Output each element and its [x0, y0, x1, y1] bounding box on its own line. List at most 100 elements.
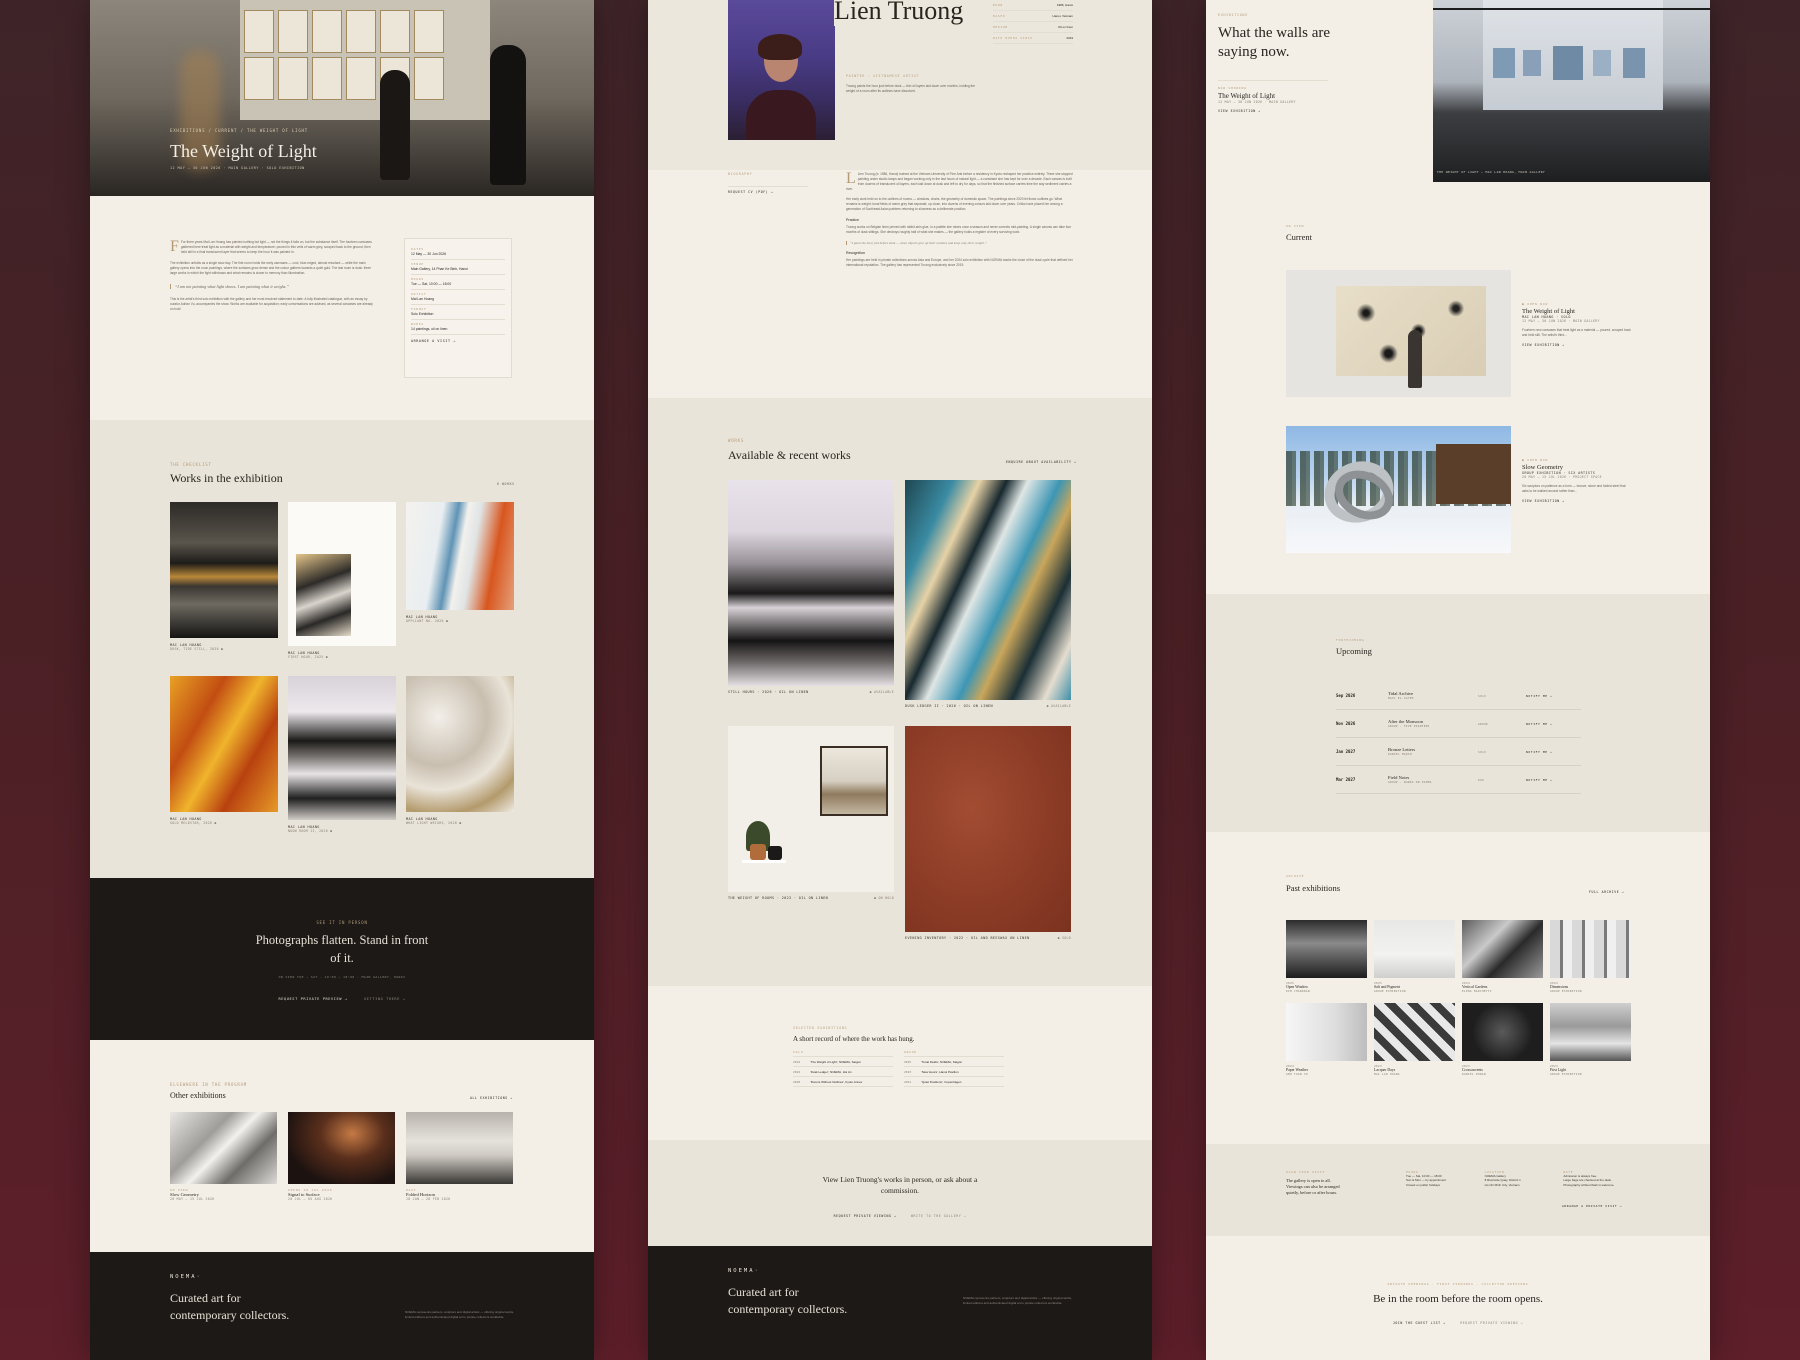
- write-gallery-link[interactable]: WRITE TO THE GALLERY →: [911, 1214, 966, 1218]
- artist-lede: Truong paints the hour just before dusk …: [846, 84, 976, 93]
- artist-fact-label: MEDIUM: [993, 25, 1008, 29]
- cta-meta: ON VIEW TUE — SAT · 10:00 — 18:00 · MAIN…: [278, 975, 406, 979]
- record-row: 2023 'Slow Hours', Hanoi Pavilion: [904, 1067, 1004, 1077]
- pull-quote: “I am not painting what light shows. I a…: [170, 284, 375, 289]
- all-exhibitions-link[interactable]: ALL EXHIBITIONS →: [470, 1096, 513, 1100]
- current-exhibition-title[interactable]: The Weight of Light: [1522, 308, 1632, 315]
- notify-me-link[interactable]: NOTIFY ME →: [1526, 778, 1581, 782]
- exhibitions-index-page: EXHIBITIONS What the walls are saying no…: [1206, 0, 1710, 1360]
- artwork-card[interactable]: MAI LAN HOANG FIRST HOUR, 2025 ●: [288, 502, 396, 659]
- exhibition-card[interactable]: OPENS 20 JUL 2026 Signal to Surface 20 J…: [288, 1112, 395, 1201]
- bio-heading: Practice: [846, 218, 859, 222]
- guest-cta-title: Be in the room before the room opens.: [1373, 1293, 1543, 1305]
- breadcrumb[interactable]: EXHIBITIONS / CURRENT / THE WEIGHT OF LI…: [170, 128, 510, 133]
- artwork-detail: DUSK, TIDE STILL, 2026 ●: [170, 647, 224, 651]
- artwork-card[interactable]: MAI LAN HOANG GOLD MELDSTAR, 2026 ●: [170, 676, 278, 825]
- current-exhibition-image[interactable]: [1286, 270, 1511, 397]
- past-exhibition-card[interactable]: 2023 Crosscurrents DANIEL ROWAN: [1462, 1003, 1543, 1076]
- site-footer: NOEMA· Curated art for contemporary coll…: [648, 1246, 1152, 1360]
- work-image: [728, 726, 894, 892]
- work-card[interactable]: DUSK LEDGER II · 2026 · OIL ON LINEN ● A…: [905, 480, 1071, 708]
- fact-value: Solo Exhibition: [411, 312, 434, 316]
- arrange-private-visit-link[interactable]: ARRANGE A PRIVATE VISIT →: [1562, 1204, 1622, 1208]
- notify-me-link[interactable]: NOTIFY ME →: [1526, 694, 1581, 698]
- work-image: [905, 726, 1071, 932]
- past-exhibition-card[interactable]: 2025 Open Window KIM CHANDRAN: [1286, 920, 1367, 993]
- full-archive-link[interactable]: FULL ARCHIVE →: [1589, 890, 1624, 894]
- upcoming-row[interactable]: Sep 2026 Tidal Archive NGOC EL-SAYED SOLO NO…: [1336, 682, 1581, 710]
- fact-row: HOURS Tue — Sat, 10:00 — 18:00: [411, 275, 505, 290]
- artist-fact-row: WITH NOEMA SINCE 2019: [993, 33, 1073, 44]
- join-guest-list-button[interactable]: JOIN THE GUEST LIST →: [1393, 1321, 1446, 1325]
- past-exhibition-card[interactable]: 2024 Dimensions GROUP EXHIBITION: [1550, 920, 1631, 993]
- upcoming-row[interactable]: Jan 2027 Bronze Letters DANIEL MARSH SOLO NO…: [1336, 738, 1581, 766]
- past-exhibition-card[interactable]: 2023 First Light GROUP EXHIBITION: [1550, 1003, 1631, 1076]
- work-caption: EVENING INVENTORY · 2022 · OIL AND BEESW…: [905, 936, 1030, 940]
- record-row: 2024 'The Weight of Light', NOEMA, Saigon: [793, 1057, 893, 1067]
- notify-me-link[interactable]: NOTIFY ME →: [1526, 750, 1581, 754]
- work-card[interactable]: EVENING INVENTORY · 2022 · OIL AND BEESW…: [905, 726, 1071, 940]
- request-private-viewing-link[interactable]: REQUEST PRIVATE VIEWING →: [1460, 1321, 1523, 1325]
- record-title: A short record of where the work has hun…: [793, 1035, 915, 1043]
- arrange-visit-link[interactable]: ARRANGE A VISIT →: [411, 339, 505, 343]
- request-viewing-button[interactable]: REQUEST PRIVATE VIEWING →: [834, 1214, 897, 1218]
- record-year: 2022: [793, 1069, 801, 1074]
- visit-column: LOCATION NOEMA Gallery 8 Riverside Quay, D…: [1485, 1170, 1558, 1187]
- past-exhibition-card[interactable]: 2024 Paper Weather ANH TUAN VO: [1286, 1003, 1367, 1076]
- record-row: 2020 'Rooms Without Outlines', Kyoto Anne…: [793, 1077, 893, 1087]
- current-eyebrow: ON VIEW: [1286, 224, 1305, 228]
- bio-quote: “I paint the hour just before dusk — whe…: [846, 241, 1074, 245]
- fact-value: Tue — Sat, 10:00 — 18:00: [411, 282, 452, 286]
- footer-brand[interactable]: NOEMA·: [728, 1268, 760, 1274]
- exhibition-card-dates: 20 MAY — 15 JUL 2026: [170, 1197, 215, 1201]
- cta-eyebrow: SEE IT IN PERSON: [316, 920, 368, 925]
- exhibition-meta: 12 MAY — 30 JUN 2026 · MAIN GALLERY · SO…: [170, 166, 305, 170]
- notify-me-link[interactable]: NOTIFY ME →: [1526, 722, 1581, 726]
- artwork-card[interactable]: MAI LAN HOANG WHAT LIGHT WEIGHS, 2026 ●: [406, 676, 514, 825]
- index-eyebrow: EXHIBITIONS: [1218, 13, 1248, 17]
- upcoming-title: Upcoming: [1336, 646, 1372, 656]
- upcoming-row[interactable]: Nov 2026 After the Monsoon GROUP · FIVE PA…: [1336, 710, 1581, 738]
- past-exhibition-card[interactable]: 2023 Lacquer Days MAI LAN HOANG: [1374, 1003, 1455, 1076]
- facts-card: DATES 12 May — 30 Jun 2026 VENUE Main Galle…: [404, 238, 512, 378]
- record-text: 'Slow Hours', Hanoi Pavilion: [921, 1069, 959, 1074]
- request-cv-link[interactable]: REQUEST CV (PDF) →: [728, 186, 808, 194]
- view-exhibition-link[interactable]: VIEW EXHIBITION →: [1218, 109, 1328, 113]
- request-preview-button[interactable]: REQUEST PRIVATE PREVIEW →: [278, 997, 347, 1001]
- upcoming-row[interactable]: Mar 2027 Field Notes GROUP · WORKS ON PAPE…: [1336, 766, 1581, 794]
- current-exhibition-image[interactable]: [1286, 426, 1511, 553]
- fact-row: ARTIST Mai Lan Hoang: [411, 290, 505, 305]
- past-exhibition-image: [1462, 920, 1543, 978]
- enquire-availability-link[interactable]: ENQUIRE ABOUT AVAILABILITY →: [1006, 460, 1077, 464]
- visit-line: Closed on public holidays: [1406, 1182, 1441, 1187]
- artwork-image: [406, 676, 514, 812]
- artwork-card[interactable]: MAI LAN HOANG NOON ROOM II, 2026 ●: [288, 676, 396, 833]
- fact-value: Main Gallery, 14 Phan Ke Binh, Hanoi: [411, 267, 468, 271]
- artwork-card[interactable]: MAI LAN HOANG APPLIANT NO. 2026 ●: [406, 502, 514, 623]
- past-exhibition-card[interactable]: 2025 Salt and Pigment GROUP EXHIBITION: [1374, 920, 1455, 993]
- exhibition-card[interactable]: ON VIEW Slow Geometry 20 MAY — 15 JUL 20…: [170, 1112, 277, 1201]
- artist-portrait: [728, 0, 835, 140]
- visit-column: HOURS Tue — Sat, 10:00 — 18:00 Sun & Mon —…: [1406, 1170, 1479, 1187]
- current-exhibition-title[interactable]: Slow Geometry: [1522, 464, 1632, 471]
- fact-label: HOURS: [411, 277, 425, 281]
- group-list: GROUP 2025 'Tonal Fields', NOEMA, Saigon 2…: [904, 1050, 1004, 1087]
- framed-works: [244, 10, 444, 100]
- work-card[interactable]: STILL HOURS · 2026 · OIL ON LINEN ● AVAI…: [728, 480, 894, 694]
- exhibition-image: [406, 1112, 513, 1184]
- now-showing-title[interactable]: The Weight of Light: [1218, 92, 1328, 100]
- exhibition-card[interactable]: PAST Folded Horizon 18 JAN — 28 FEB 2026: [406, 1112, 513, 1201]
- guest-list-cta-section: PRIVATE OPENINGS · FIRST VIEWINGS · COLL…: [1206, 1236, 1710, 1360]
- view-exhibition-link[interactable]: VIEW EXHIBITION →: [1522, 499, 1632, 503]
- fact-row: DATES 12 May — 30 Jun 2026: [411, 245, 505, 260]
- getting-there-link[interactable]: GETTING THERE →: [364, 997, 405, 1001]
- footer-brand[interactable]: NOEMA·: [170, 1274, 202, 1280]
- view-exhibition-link[interactable]: VIEW EXHIBITION →: [1522, 343, 1632, 347]
- upcoming-kind: SOLO: [1478, 693, 1486, 698]
- current-exhibition-info: ● OPEN NOW The Weight of Light MAI LAN H…: [1522, 302, 1632, 347]
- work-card[interactable]: THE WEIGHT OF ROOMS · 2023 · OIL ON LINE…: [728, 726, 894, 900]
- past-exhibition-card[interactable]: 2024 Vertical Gardens ELENA MARCHETTI: [1462, 920, 1543, 993]
- artwork-card[interactable]: MAI LAN HOANG DUSK, TIDE STILL, 2026 ●: [170, 502, 278, 651]
- now-showing-meta: 12 MAY — 30 JUN 2026 · MAIN GALLERY: [1218, 100, 1296, 104]
- index-title: What the walls are saying now.: [1218, 25, 1331, 60]
